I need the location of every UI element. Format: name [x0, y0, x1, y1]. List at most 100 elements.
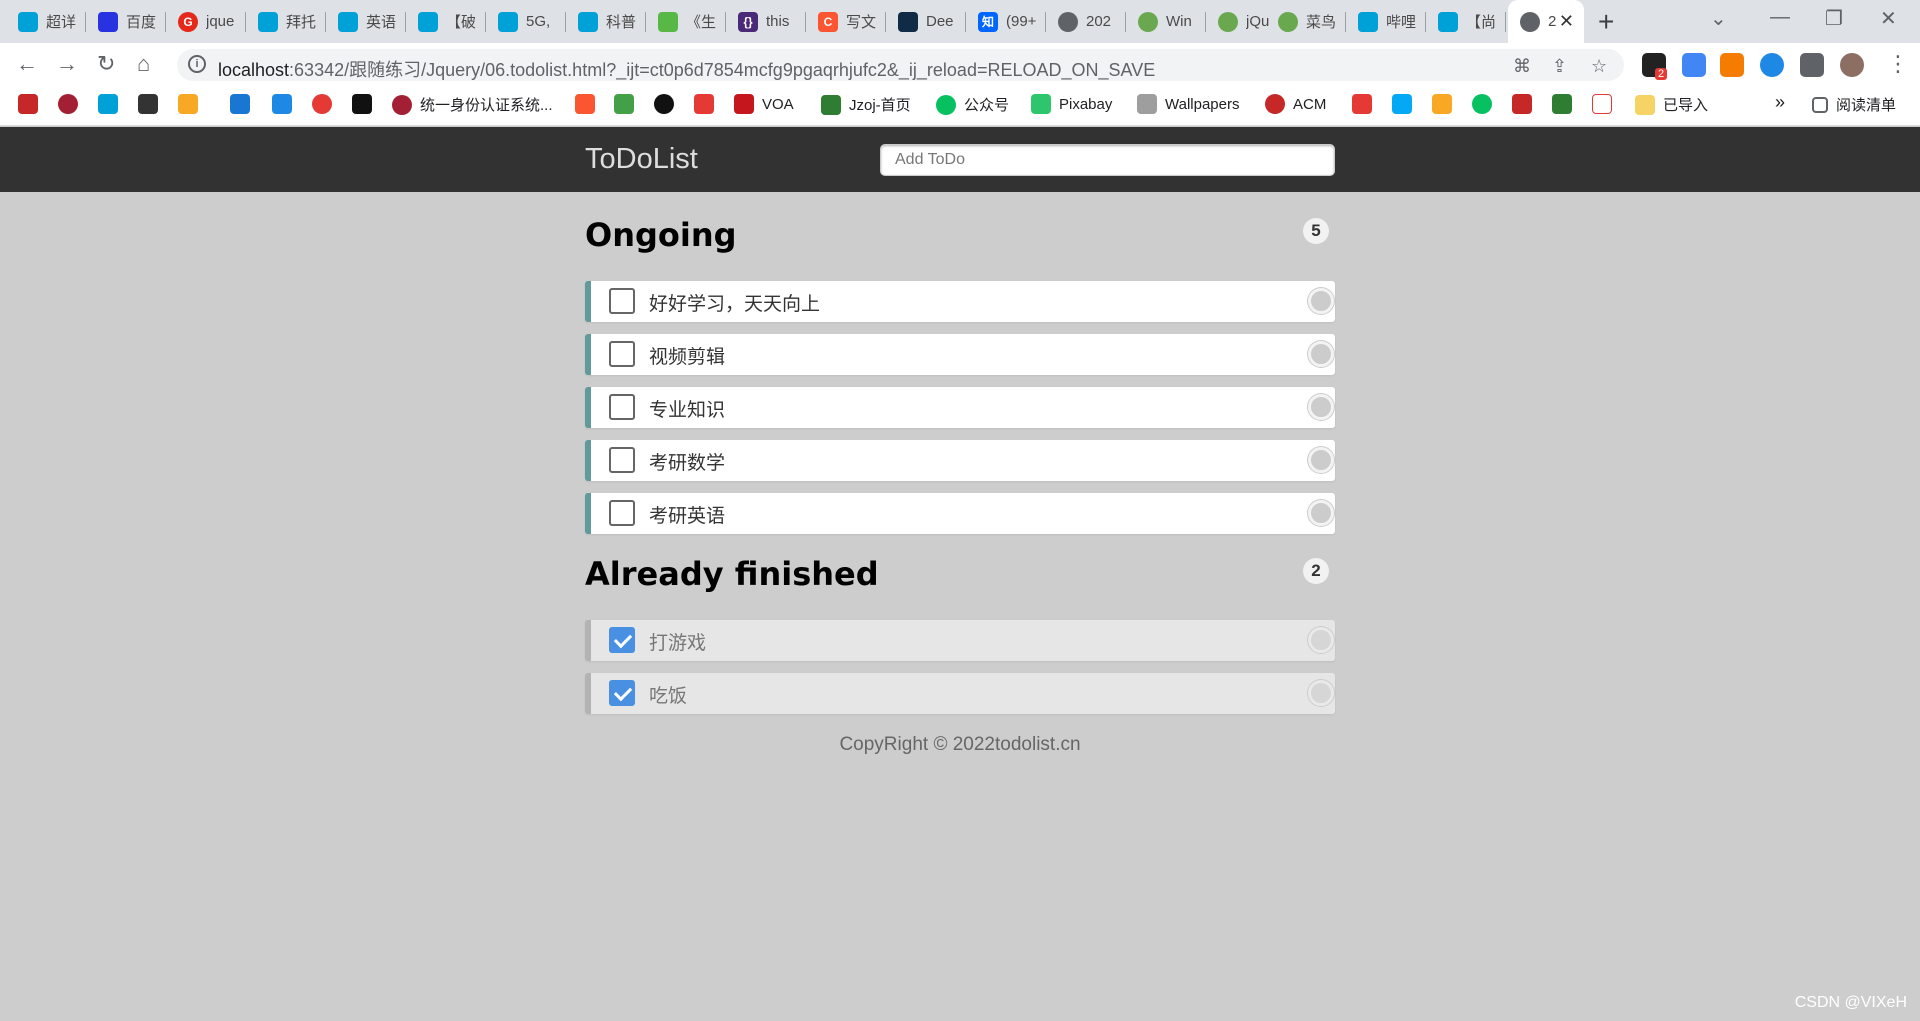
- bookmark-icon-only[interactable]: [312, 94, 340, 114]
- bookmark-item[interactable]: Pixabay: [1031, 94, 1112, 114]
- google-translate-icon[interactable]: [1682, 53, 1706, 77]
- delete-todo-button[interactable]: [1308, 627, 1334, 653]
- bookmark-item[interactable]: ACM: [1265, 94, 1326, 114]
- delete-todo-button[interactable]: [1308, 341, 1334, 367]
- bookmark-favicon: [1512, 94, 1532, 114]
- browser-tab[interactable]: Win: [1126, 0, 1206, 43]
- bookmark-icon-only[interactable]: [1552, 94, 1580, 114]
- todo-checkbox-checked[interactable]: [609, 680, 635, 706]
- todo-checkbox[interactable]: [609, 341, 635, 367]
- forward-icon[interactable]: →: [56, 51, 78, 77]
- bookmark-favicon: [178, 94, 198, 114]
- browser-tab[interactable]: 超详: [6, 0, 86, 43]
- minimize-button[interactable]: —: [1770, 6, 1790, 29]
- bookmark-favicon: [614, 94, 634, 114]
- todo-checkbox[interactable]: [609, 447, 635, 473]
- bookmark-item[interactable]: Jzoj-首页: [821, 94, 911, 115]
- browser-tab[interactable]: 202: [1046, 0, 1126, 43]
- github-icon[interactable]: [654, 94, 682, 114]
- bookmark-icon-only[interactable]: [575, 94, 603, 114]
- home-icon[interactable]: ⌂: [137, 51, 150, 77]
- bookmark-icon-only[interactable]: [230, 94, 258, 114]
- todo-text[interactable]: 专业知识: [649, 395, 725, 422]
- off-extension-icon[interactable]: [1720, 53, 1744, 77]
- bookmark-icon-only[interactable]: [1512, 94, 1540, 114]
- bookmark-icon-only[interactable]: [58, 94, 86, 114]
- bookmark-favicon: [1552, 94, 1572, 114]
- delete-todo-button[interactable]: [1308, 288, 1334, 314]
- bookmark-icon-only[interactable]: [1592, 94, 1620, 114]
- new-tab-button[interactable]: +: [1598, 6, 1614, 38]
- bookmark-icon-only[interactable]: [138, 94, 166, 114]
- browser-tab[interactable]: 《生: [646, 0, 726, 43]
- reload-icon[interactable]: ↻: [97, 51, 115, 77]
- bookmark-item[interactable]: 统一身份认证系统...: [392, 94, 553, 115]
- bookmark-icon-only[interactable]: [98, 94, 126, 114]
- share-icon[interactable]: ⇪: [1552, 56, 1567, 77]
- browser-tab[interactable]: 百度: [86, 0, 166, 43]
- bookmark-icon-only[interactable]: [272, 94, 300, 114]
- app-title: ToDoList: [585, 143, 698, 175]
- more-bookmarks-button[interactable]: »: [1775, 92, 1785, 113]
- todo-text[interactable]: 视频剪辑: [649, 342, 725, 369]
- url-text[interactable]: localhost:63342/跟随练习/Jquery/06.todolist.…: [218, 56, 1155, 82]
- browser-tab[interactable]: 【破: [406, 0, 486, 43]
- browser-tab[interactable]: 菜鸟: [1266, 0, 1346, 43]
- bookmark-item[interactable]: VOA: [734, 94, 794, 114]
- todo-text[interactable]: 打游戏: [649, 628, 706, 655]
- browser-tab[interactable]: 知 (99+: [966, 0, 1046, 43]
- puzzle-icon[interactable]: [1800, 53, 1824, 77]
- bookmark-star-icon[interactable]: ☆: [1591, 56, 1607, 77]
- browser-tab[interactable]: 英语: [326, 0, 406, 43]
- delete-todo-button[interactable]: [1308, 447, 1334, 473]
- browser-tab[interactable]: 5G,: [486, 0, 566, 43]
- bookmark-icon-only[interactable]: [352, 94, 380, 114]
- browser-tab[interactable]: C 写文: [806, 0, 886, 43]
- bookmark-icon-only[interactable]: [178, 94, 206, 114]
- bookmark-item[interactable]: 公众号: [936, 94, 1009, 115]
- todo-text[interactable]: 考研数学: [649, 448, 725, 475]
- maximize-button[interactable]: ❐: [1825, 6, 1843, 31]
- address-bar[interactable]: i localhost:63342/跟随练习/Jquery/06.todolis…: [177, 49, 1624, 81]
- bookmark-folder[interactable]: 已导入: [1635, 94, 1708, 115]
- translate-icon[interactable]: ⌘: [1513, 56, 1531, 77]
- todo-checkbox[interactable]: [609, 500, 635, 526]
- tab-search-icon[interactable]: ⌄: [1710, 6, 1727, 31]
- reading-list-button[interactable]: 阅读清单: [1812, 94, 1896, 115]
- bookmark-icon-only[interactable]: [1352, 94, 1380, 114]
- todo-checkbox-checked[interactable]: [609, 627, 635, 653]
- todo-text[interactable]: 吃饭: [649, 681, 687, 708]
- todo-checkbox[interactable]: [609, 394, 635, 420]
- runoob-icon: [1278, 11, 1298, 32]
- bird-extension-icon[interactable]: [1760, 53, 1784, 77]
- browser-tab[interactable]: 【尚: [1426, 0, 1506, 43]
- delete-todo-button[interactable]: [1308, 680, 1334, 706]
- bookmark-icon-only[interactable]: [1392, 94, 1420, 114]
- bookmark-icon-only[interactable]: [18, 94, 46, 114]
- delete-todo-button[interactable]: [1308, 500, 1334, 526]
- bookmark-icon-only[interactable]: [1472, 94, 1500, 114]
- close-tab-icon[interactable]: ✕: [1559, 11, 1574, 32]
- bookmark-favicon: [312, 94, 332, 114]
- browser-tab[interactable]: 哔哩: [1346, 0, 1426, 43]
- bookmark-icon-only[interactable]: [694, 94, 722, 114]
- bookmark-icon-only[interactable]: [614, 94, 642, 114]
- add-todo-input[interactable]: [880, 144, 1335, 176]
- browser-tab[interactable]: Gjque: [166, 0, 246, 43]
- browser-tab[interactable]: 拜托: [246, 0, 326, 43]
- todo-checkbox[interactable]: [609, 288, 635, 314]
- close-window-button[interactable]: ✕: [1880, 6, 1897, 31]
- browser-tab[interactable]: Dee: [886, 0, 966, 43]
- profile-avatar[interactable]: [1840, 53, 1864, 77]
- todo-text[interactable]: 考研英语: [649, 501, 725, 528]
- bookmark-item[interactable]: Wallpapers: [1137, 94, 1239, 114]
- menu-icon[interactable]: ⋮: [1887, 51, 1909, 77]
- browser-tab[interactable]: 科普: [566, 0, 646, 43]
- delete-todo-button[interactable]: [1308, 394, 1334, 420]
- todo-text[interactable]: 好好学习，天天向上: [649, 289, 820, 316]
- site-info-icon[interactable]: i: [188, 55, 206, 73]
- back-icon[interactable]: ←: [16, 51, 38, 77]
- browser-tab[interactable]: {} this: [726, 0, 806, 43]
- bookmark-icon-only[interactable]: [1432, 94, 1460, 114]
- browser-tab-active[interactable]: 2 ✕: [1508, 0, 1584, 43]
